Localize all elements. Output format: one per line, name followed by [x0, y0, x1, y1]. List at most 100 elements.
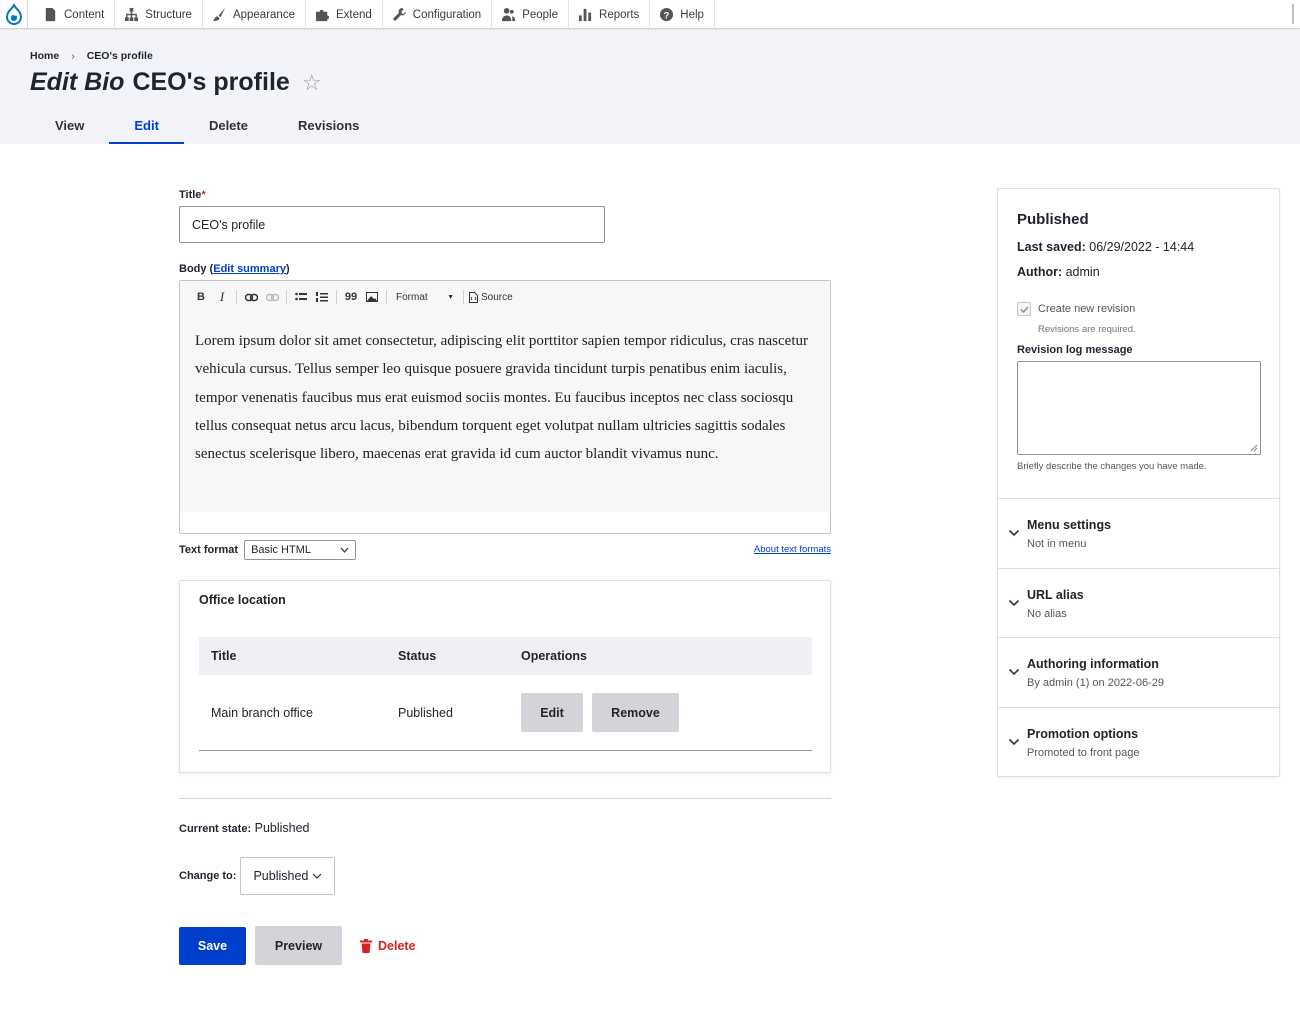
unlink-button[interactable]	[263, 288, 281, 306]
bulleted-list-button[interactable]	[292, 288, 310, 306]
menu-settings-section[interactable]: Menu settings Not in menu	[998, 498, 1279, 568]
star-icon[interactable]: ☆	[302, 70, 322, 96]
toolbar-item-label: People	[522, 8, 559, 21]
last-saved-value: 06/29/2022 - 14:44	[1089, 240, 1195, 254]
text-format-label: Text format	[179, 544, 239, 556]
toolbar-item-label: Content	[64, 8, 105, 21]
people-icon	[502, 7, 516, 22]
title-input-value: CEO's profile	[192, 217, 266, 232]
text-format-value: Basic HTML	[251, 544, 311, 556]
numbered-list-button[interactable]	[313, 288, 331, 306]
row-operations: Edit Remove	[521, 693, 679, 732]
body-label: Body (Edit summary)	[179, 263, 290, 275]
toolbar-divider	[236, 290, 237, 304]
section-summary: Promoted to front page	[1027, 747, 1140, 759]
resize-grip-icon[interactable]	[1250, 444, 1258, 452]
format-dropdown[interactable]: Format ▼	[392, 292, 458, 303]
toolbar-appearance[interactable]: Appearance	[203, 0, 306, 29]
body-label-text: Body (	[179, 263, 214, 275]
edit-summary-link[interactable]: Edit summary	[213, 263, 286, 275]
primary-tabs: View Edit Delete Revisions	[30, 114, 384, 144]
source-button[interactable]: Source	[469, 291, 513, 303]
change-to-value: Published	[253, 869, 309, 883]
image-icon	[366, 292, 378, 302]
section-title: Menu settings	[1027, 518, 1112, 532]
tab-edit[interactable]: Edit	[109, 114, 184, 144]
toolbar-people[interactable]: People	[492, 0, 570, 29]
table-row: Main branch office Published Edit Remove	[199, 675, 812, 751]
author-label: Author:	[1017, 265, 1063, 279]
toolbar-item-label: Appearance	[232, 8, 295, 21]
section-title: Promotion options	[1027, 727, 1139, 741]
tab-delete[interactable]: Delete	[184, 114, 273, 144]
remove-button[interactable]: Remove	[592, 693, 679, 732]
toolbar-divider	[286, 290, 287, 304]
tab-view[interactable]: View	[30, 114, 109, 144]
help-icon: ?	[660, 7, 674, 22]
toolbar-divider	[336, 290, 337, 304]
office-location-table: Title Status Operations Main branch offi…	[199, 637, 812, 751]
toolbar-configuration[interactable]: Configuration	[383, 0, 493, 29]
bulleted-list-icon	[295, 292, 307, 301]
brush-icon	[212, 7, 226, 22]
image-button[interactable]	[363, 288, 381, 306]
revision-log-label: Revision log message	[1017, 344, 1133, 356]
revision-log-textarea[interactable]	[1017, 361, 1261, 455]
save-button[interactable]: Save	[179, 926, 246, 965]
promotion-options-section[interactable]: Promotion options Promoted to front page	[998, 707, 1279, 777]
toolbar-orientation-handle[interactable]	[1292, 4, 1294, 24]
bold-button[interactable]: B	[192, 288, 210, 306]
toolbar-structure[interactable]: Structure	[115, 0, 203, 29]
change-to-select[interactable]: Published	[240, 857, 336, 895]
file-icon	[45, 7, 56, 22]
drupal-logo-icon[interactable]	[0, 0, 28, 29]
row-status: Published	[398, 705, 453, 720]
page-title-prefix: Edit Bio	[30, 68, 125, 96]
editor-content[interactable]: Lorem ipsum dolor sit amet consectetur, …	[180, 313, 830, 512]
breadcrumb-current[interactable]: CEO's profile	[87, 50, 153, 62]
breadcrumb-home[interactable]: Home	[30, 50, 59, 62]
create-revision-checkbox[interactable]	[1017, 302, 1031, 316]
form-actions: Save Preview Delete	[179, 926, 416, 965]
text-format-select[interactable]: Basic HTML	[244, 540, 357, 560]
authoring-information-section[interactable]: Authoring information By admin (1) on 20…	[998, 637, 1279, 707]
preview-button[interactable]: Preview	[255, 926, 342, 965]
section-title: URL alias	[1027, 588, 1084, 602]
divider	[179, 798, 831, 799]
column-operations: Operations	[521, 649, 587, 663]
chevron-down-icon	[340, 547, 349, 553]
italic-button[interactable]: I	[213, 288, 231, 306]
edit-button[interactable]: Edit	[521, 693, 583, 732]
chevron-down-icon	[1008, 668, 1020, 676]
blockquote-button[interactable]: 99	[342, 288, 360, 306]
current-state-label: Current state:	[179, 823, 252, 835]
toolbar-item-label: Help	[680, 8, 704, 21]
last-saved: Last saved: 06/29/2022 - 14:44	[1017, 240, 1194, 254]
toolbar-reports[interactable]: Reports	[569, 0, 651, 29]
breadcrumb-separator: ›	[71, 50, 75, 62]
chevron-down-icon	[313, 873, 322, 879]
delete-link[interactable]: Delete	[360, 938, 416, 953]
required-marker: *	[201, 189, 206, 201]
admin-toolbar: Content Structure Appearance Extend Conf…	[0, 0, 1300, 29]
tab-revisions[interactable]: Revisions	[273, 114, 384, 144]
status-heading: Published	[1017, 211, 1089, 228]
about-text-formats-link[interactable]: About text formats	[754, 544, 831, 555]
toolbar-extend[interactable]: Extend	[306, 0, 383, 29]
unlink-icon	[265, 293, 279, 301]
title-input[interactable]: CEO's profile	[179, 206, 605, 243]
column-title: Title	[211, 649, 237, 663]
change-to-row: Change to: Published	[179, 857, 336, 895]
delete-link-label: Delete	[378, 938, 416, 953]
page-title: Edit Bio CEO's profile ☆	[30, 68, 322, 97]
last-saved-label: Last saved:	[1017, 240, 1086, 254]
toolbar-item-label: Reports	[599, 8, 640, 21]
link-button[interactable]	[242, 288, 260, 306]
numbered-list-icon	[316, 292, 328, 302]
section-summary: By admin (1) on 2022-06-29	[1027, 677, 1164, 689]
toolbar-content[interactable]: Content	[34, 0, 116, 29]
url-alias-section[interactable]: URL alias No alias	[998, 568, 1279, 638]
revision-log-help: Briefly describe the changes you have ma…	[1017, 461, 1207, 472]
title-label: Title*	[179, 189, 206, 201]
toolbar-help[interactable]: ? Help	[650, 0, 715, 29]
